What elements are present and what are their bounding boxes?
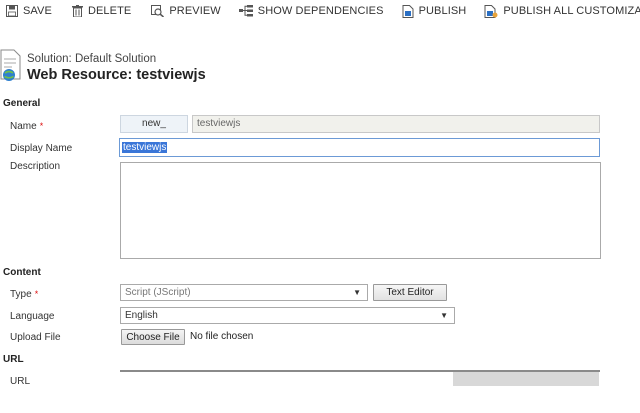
preview-icon xyxy=(151,5,165,17)
publish-label: PUBLISH xyxy=(418,5,467,17)
name-prefix: new_ xyxy=(120,115,188,133)
page-title: Web Resource: testviewjs xyxy=(27,67,206,83)
type-label-text: Type xyxy=(10,289,32,300)
language-label: Language xyxy=(10,311,55,322)
command-bar: SAVE DELETE PREVIEW SHOW DEPENDENCIES PU… xyxy=(0,0,640,22)
save-button[interactable]: SAVE xyxy=(2,1,56,21)
language-select[interactable]: English ▼ xyxy=(120,307,455,324)
show-dependencies-label: SHOW DEPENDENCIES xyxy=(257,5,384,17)
dependencies-icon xyxy=(238,5,253,17)
name-field[interactable]: testviewjs xyxy=(192,115,600,133)
show-dependencies-button[interactable]: SHOW DEPENDENCIES xyxy=(235,1,388,21)
description-field[interactable] xyxy=(120,162,601,259)
trash-icon xyxy=(71,5,83,17)
type-select[interactable]: Script (JScript) ▼ xyxy=(120,284,368,301)
publish-all-icon xyxy=(484,4,498,18)
delete-label: DELETE xyxy=(87,5,132,17)
type-value: Script (JScript) xyxy=(125,287,191,298)
url-field xyxy=(453,372,599,386)
publish-button[interactable]: PUBLISH xyxy=(398,1,471,21)
publish-all-button[interactable]: PUBLISH ALL CUSTOMIZA... xyxy=(480,1,640,21)
publish-icon xyxy=(402,4,414,18)
content-section-title: Content xyxy=(3,267,41,278)
url-label: URL xyxy=(10,376,31,387)
required-mark: * xyxy=(39,121,44,131)
description-label: Description xyxy=(10,161,61,172)
preview-label: PREVIEW xyxy=(169,5,221,17)
no-file-status: No file chosen xyxy=(190,331,254,342)
dropdown-arrow-icon: ▼ xyxy=(440,311,448,320)
language-value: English xyxy=(125,310,158,321)
upload-file-label: Upload File xyxy=(10,332,61,343)
general-section-title: General xyxy=(3,98,41,109)
display-name-selected-text: testviewjs xyxy=(122,142,168,153)
dropdown-arrow-icon: ▼ xyxy=(353,288,361,297)
web-resource-icon xyxy=(0,49,21,81)
display-name-label: Display Name xyxy=(10,143,73,154)
name-label: Name * xyxy=(10,121,43,132)
text-editor-button[interactable]: Text Editor xyxy=(373,284,447,301)
name-label-text: Name xyxy=(10,121,37,132)
display-name-field[interactable]: testviewjs xyxy=(119,138,600,157)
choose-file-button[interactable]: Choose File xyxy=(121,329,185,345)
save-label: SAVE xyxy=(23,5,52,17)
preview-button[interactable]: PREVIEW xyxy=(147,1,224,21)
solution-label: Solution: Default Solution xyxy=(27,53,157,65)
required-mark: * xyxy=(34,289,39,299)
save-icon xyxy=(6,5,18,17)
type-label: Type * xyxy=(10,289,38,300)
delete-button[interactable]: DELETE xyxy=(68,1,135,21)
publish-all-label: PUBLISH ALL CUSTOMIZA... xyxy=(503,5,640,17)
url-section-title: URL xyxy=(3,354,24,365)
